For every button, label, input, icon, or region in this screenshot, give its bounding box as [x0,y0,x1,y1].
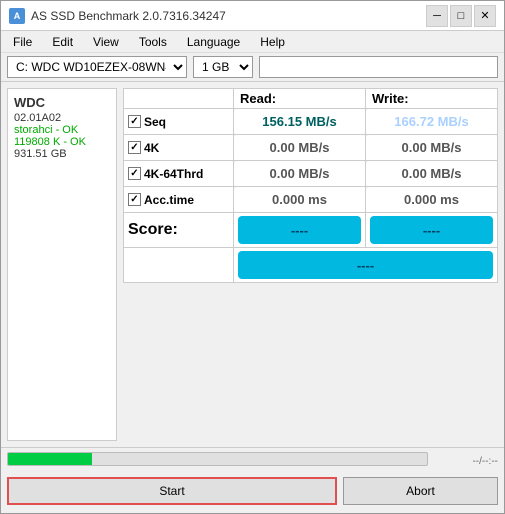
time-display: --/--:-- [428,456,498,467]
menu-file[interactable]: File [5,33,40,51]
menu-language[interactable]: Language [179,33,248,51]
table-row: ✓ 4K-64Thrd 0.00 MB/s 0.00 MB/s [124,161,498,187]
cache-status: 119808 K - OK [14,136,86,148]
score-write-display: ---- [370,216,493,244]
total-score-display: ---- [238,251,493,279]
drive-size: 931.51 GB [14,148,110,160]
acctime-checkbox[interactable]: ✓ [128,193,141,206]
main-content: WDC 02.01A02 storahci - OK 119808 K - OK… [1,82,504,447]
acctime-read-value: 0.000 ms [234,187,366,213]
benchmark-panel: Read: Write: ✓ Seq 156.15 MB/s [123,88,498,441]
menu-view[interactable]: View [85,33,127,51]
4k-checkbox[interactable]: ✓ [128,141,141,154]
score-read-cell: ---- [234,213,366,248]
score-label-cell: Score: [124,213,234,248]
score-row: Score: ---- ---- [124,213,498,248]
total-score-row: ---- [124,248,498,283]
4k-write-value: 0.00 MB/s [366,135,498,161]
col-read-header: Read: [234,89,366,109]
score-label: Score: [128,221,178,238]
menu-edit[interactable]: Edit [44,33,81,51]
close-button[interactable]: ✕ [474,5,496,27]
drive-cache: 119808 K - OK [14,136,110,148]
button-row: Start Abort [7,473,498,509]
seq-read-value: 156.15 MB/s [234,109,366,135]
col-write-header: Write: [366,89,498,109]
menu-bar: File Edit View Tools Language Help [1,31,504,53]
row-label-4k64: ✓ 4K-64Thrd [124,161,234,187]
progress-container [7,452,428,470]
drive-name: WDC [14,95,110,110]
title-bar: A AS SSD Benchmark 2.0.7316.34247 ─ □ ✕ [1,1,504,31]
drive-info-panel: WDC 02.01A02 storahci - OK 119808 K - OK… [7,88,117,441]
acctime-write-value: 0.000 ms [366,187,498,213]
total-score-label-cell [124,248,234,283]
seq-write-value: 166.72 MB/s [366,109,498,135]
col-label-header [124,89,234,109]
title-bar-left: A AS SSD Benchmark 2.0.7316.34247 [9,8,226,24]
app-icon: A [9,8,25,24]
score-write-cell: ---- [366,213,498,248]
window-title: AS SSD Benchmark 2.0.7316.34247 [31,9,226,23]
driver-status: storahci - OK [14,124,78,136]
start-button[interactable]: Start [7,477,337,505]
table-row: ✓ 4K 0.00 MB/s 0.00 MB/s [124,135,498,161]
abort-button[interactable]: Abort [343,477,498,505]
menu-help[interactable]: Help [252,33,293,51]
minimize-button[interactable]: ─ [426,5,448,27]
row-label-seq: ✓ Seq [124,109,234,135]
table-row: ✓ Acc.time 0.000 ms 0.000 ms [124,187,498,213]
bottom-area: --/--:-- Start Abort [1,447,504,513]
progress-bar-outer [7,452,428,466]
score-read-display: ---- [238,216,361,244]
row-label-4k: ✓ 4K [124,135,234,161]
4k64-checkbox[interactable]: ✓ [128,167,141,180]
size-select[interactable]: 1 GB [193,56,253,78]
toolbar: C: WDC WD10EZEX-08WN4A0 1 GB [1,53,504,82]
main-window: A AS SSD Benchmark 2.0.7316.34247 ─ □ ✕ … [0,0,505,514]
drive-firmware: 02.01A02 [14,112,110,124]
row-label-acctime: ✓ Acc.time [124,187,234,213]
drive-select[interactable]: C: WDC WD10EZEX-08WN4A0 [7,56,187,78]
maximize-button[interactable]: □ [450,5,472,27]
total-score-cell: ---- [234,248,498,283]
4k64-write-value: 0.00 MB/s [366,161,498,187]
toolbar-input[interactable] [259,56,498,78]
progress-bar-inner [8,453,92,465]
title-controls: ─ □ ✕ [426,5,496,27]
menu-tools[interactable]: Tools [131,33,175,51]
benchmark-table: Read: Write: ✓ Seq 156.15 MB/s [123,88,498,283]
seq-checkbox[interactable]: ✓ [128,115,141,128]
drive-driver: storahci - OK [14,124,110,136]
4k64-read-value: 0.00 MB/s [234,161,366,187]
table-row: ✓ Seq 156.15 MB/s 166.72 MB/s [124,109,498,135]
4k-read-value: 0.00 MB/s [234,135,366,161]
